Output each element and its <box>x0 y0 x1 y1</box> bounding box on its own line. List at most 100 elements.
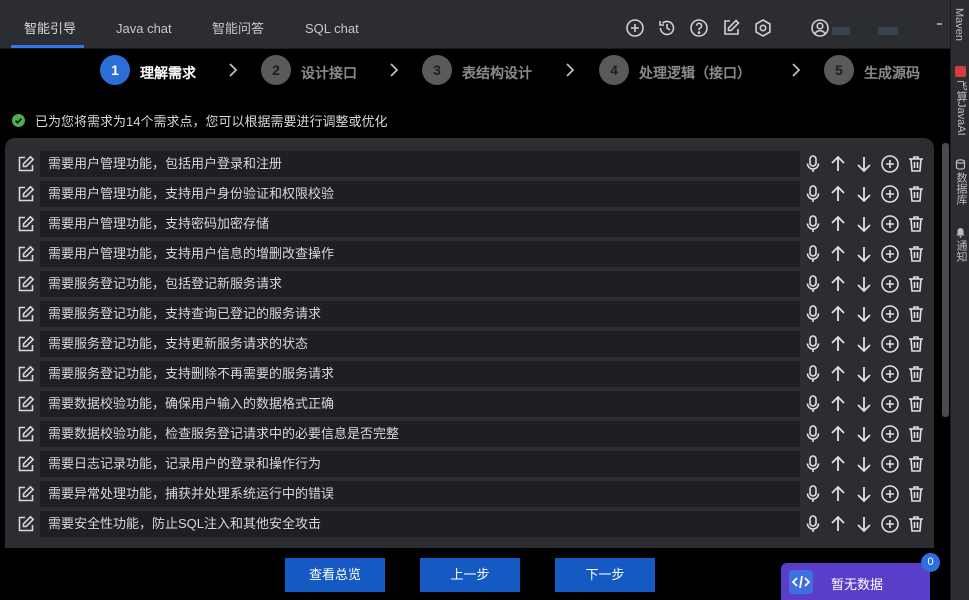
microphone-icon[interactable] <box>803 424 823 444</box>
arrow-down-icon[interactable] <box>854 484 874 504</box>
microphone-icon[interactable] <box>803 514 823 534</box>
trash-icon[interactable] <box>906 364 926 384</box>
step-2-label[interactable]: 设计接口 <box>301 63 357 83</box>
edit-icon[interactable] <box>17 395 35 413</box>
edit-icon[interactable] <box>17 275 35 293</box>
edit-icon[interactable] <box>721 18 741 38</box>
microphone-icon[interactable] <box>803 184 823 204</box>
settings-icon[interactable] <box>753 18 773 38</box>
step-5-label[interactable]: 生成源码 <box>864 63 920 83</box>
arrow-down-icon[interactable] <box>854 454 874 474</box>
trash-icon[interactable] <box>906 274 926 294</box>
edit-icon[interactable] <box>17 215 35 233</box>
edit-icon[interactable] <box>17 245 35 263</box>
arrow-up-icon[interactable] <box>828 364 848 384</box>
add-circle-icon[interactable] <box>880 454 900 474</box>
trash-icon[interactable] <box>906 154 926 174</box>
add-circle-icon[interactable] <box>880 424 900 444</box>
add-circle-icon[interactable] <box>880 274 900 294</box>
data-widget[interactable]: 暂无数据 <box>781 563 930 600</box>
arrow-up-icon[interactable] <box>828 454 848 474</box>
edit-icon[interactable] <box>17 455 35 473</box>
requirement-field[interactable]: 需要用户管理功能，支持用户身份验证和权限校验 <box>40 181 800 207</box>
edit-icon[interactable] <box>17 185 35 203</box>
trash-icon[interactable] <box>906 394 926 414</box>
add-circle-icon[interactable] <box>625 18 645 38</box>
arrow-down-icon[interactable] <box>854 154 874 174</box>
microphone-icon[interactable] <box>803 274 823 294</box>
trash-icon[interactable] <box>906 424 926 444</box>
step-3-label[interactable]: 表结构设计 <box>462 63 532 83</box>
arrow-up-icon[interactable] <box>828 484 848 504</box>
requirement-field[interactable]: 需要数据校验功能，检查服务登记请求中的必要信息是否完整 <box>40 421 800 447</box>
arrow-down-icon[interactable] <box>854 364 874 384</box>
arrow-up-icon[interactable] <box>828 274 848 294</box>
microphone-icon[interactable] <box>803 364 823 384</box>
requirement-field[interactable]: 需要异常处理功能，捕获并处理系统运行中的错误 <box>40 481 800 507</box>
trash-icon[interactable] <box>906 334 926 354</box>
microphone-icon[interactable] <box>803 244 823 264</box>
trash-icon[interactable] <box>906 304 926 324</box>
trash-icon[interactable] <box>906 244 926 264</box>
requirement-field[interactable]: 需要用户管理功能，支持用户信息的增删改查操作 <box>40 241 800 267</box>
user-icon[interactable] <box>810 18 830 38</box>
add-circle-icon[interactable] <box>880 484 900 504</box>
add-circle-icon[interactable] <box>880 154 900 174</box>
arrow-down-icon[interactable] <box>854 394 874 414</box>
arrow-up-icon[interactable] <box>828 334 848 354</box>
notification-tool[interactable]: 通知 <box>953 240 969 262</box>
requirement-field[interactable]: 需要服务登记功能，支持删除不再需要的服务请求 <box>40 361 800 387</box>
edit-icon[interactable] <box>17 485 35 503</box>
arrow-down-icon[interactable] <box>854 304 874 324</box>
arrow-up-icon[interactable] <box>828 394 848 414</box>
add-circle-icon[interactable] <box>880 304 900 324</box>
arrow-down-icon[interactable] <box>854 334 874 354</box>
maven-tool[interactable]: Maven <box>953 8 965 41</box>
trash-icon[interactable] <box>906 514 926 534</box>
arrow-down-icon[interactable] <box>854 184 874 204</box>
microphone-icon[interactable] <box>803 454 823 474</box>
arrow-up-icon[interactable] <box>828 424 848 444</box>
arrow-up-icon[interactable] <box>828 304 848 324</box>
step-4-label[interactable]: 处理逻辑（接口） <box>639 63 751 83</box>
tab-smart-qa[interactable]: 智能问答 <box>212 0 264 48</box>
requirement-field[interactable]: 需要服务登记功能，支持查询已登记的服务请求 <box>40 301 800 327</box>
minimize-icon[interactable] <box>937 23 942 25</box>
edit-icon[interactable] <box>17 155 35 173</box>
add-circle-icon[interactable] <box>880 514 900 534</box>
requirement-field[interactable]: 需要用户管理功能，支持密码加密存储 <box>40 211 800 237</box>
add-circle-icon[interactable] <box>880 184 900 204</box>
edit-icon[interactable] <box>17 365 35 383</box>
add-circle-icon[interactable] <box>880 394 900 414</box>
arrow-down-icon[interactable] <box>854 214 874 234</box>
edit-icon[interactable] <box>17 305 35 323</box>
trash-icon[interactable] <box>906 454 926 474</box>
edit-icon[interactable] <box>17 425 35 443</box>
tab-java-chat[interactable]: Java chat <box>116 0 172 48</box>
add-circle-icon[interactable] <box>880 334 900 354</box>
requirement-field[interactable]: 需要安全性功能，防止SQL注入和其他安全攻击 <box>40 511 800 537</box>
arrow-up-icon[interactable] <box>828 514 848 534</box>
arrow-down-icon[interactable] <box>854 244 874 264</box>
requirement-field[interactable]: 需要数据校验功能，确保用户输入的数据格式正确 <box>40 391 800 417</box>
scrollbar[interactable] <box>942 143 949 417</box>
edit-icon[interactable] <box>17 515 35 533</box>
step-1-label[interactable]: 理解需求 <box>140 63 196 83</box>
arrow-down-icon[interactable] <box>854 424 874 444</box>
requirement-field[interactable]: 需要用户管理功能，包括用户登录和注册 <box>40 151 800 177</box>
arrow-down-icon[interactable] <box>854 514 874 534</box>
add-circle-icon[interactable] <box>880 364 900 384</box>
trash-icon[interactable] <box>906 184 926 204</box>
edit-icon[interactable] <box>17 335 35 353</box>
trash-icon[interactable] <box>906 484 926 504</box>
arrow-up-icon[interactable] <box>828 154 848 174</box>
arrow-down-icon[interactable] <box>854 274 874 294</box>
overview-button[interactable]: 查看总览 <box>285 558 385 592</box>
arrow-up-icon[interactable] <box>828 214 848 234</box>
database-tool[interactable]: 数据库 <box>953 172 969 205</box>
prev-step-button[interactable]: 上一步 <box>420 558 520 592</box>
add-circle-icon[interactable] <box>880 214 900 234</box>
microphone-icon[interactable] <box>803 304 823 324</box>
tab-smart-guide[interactable]: 智能引导 <box>24 0 76 48</box>
history-icon[interactable] <box>657 18 677 38</box>
